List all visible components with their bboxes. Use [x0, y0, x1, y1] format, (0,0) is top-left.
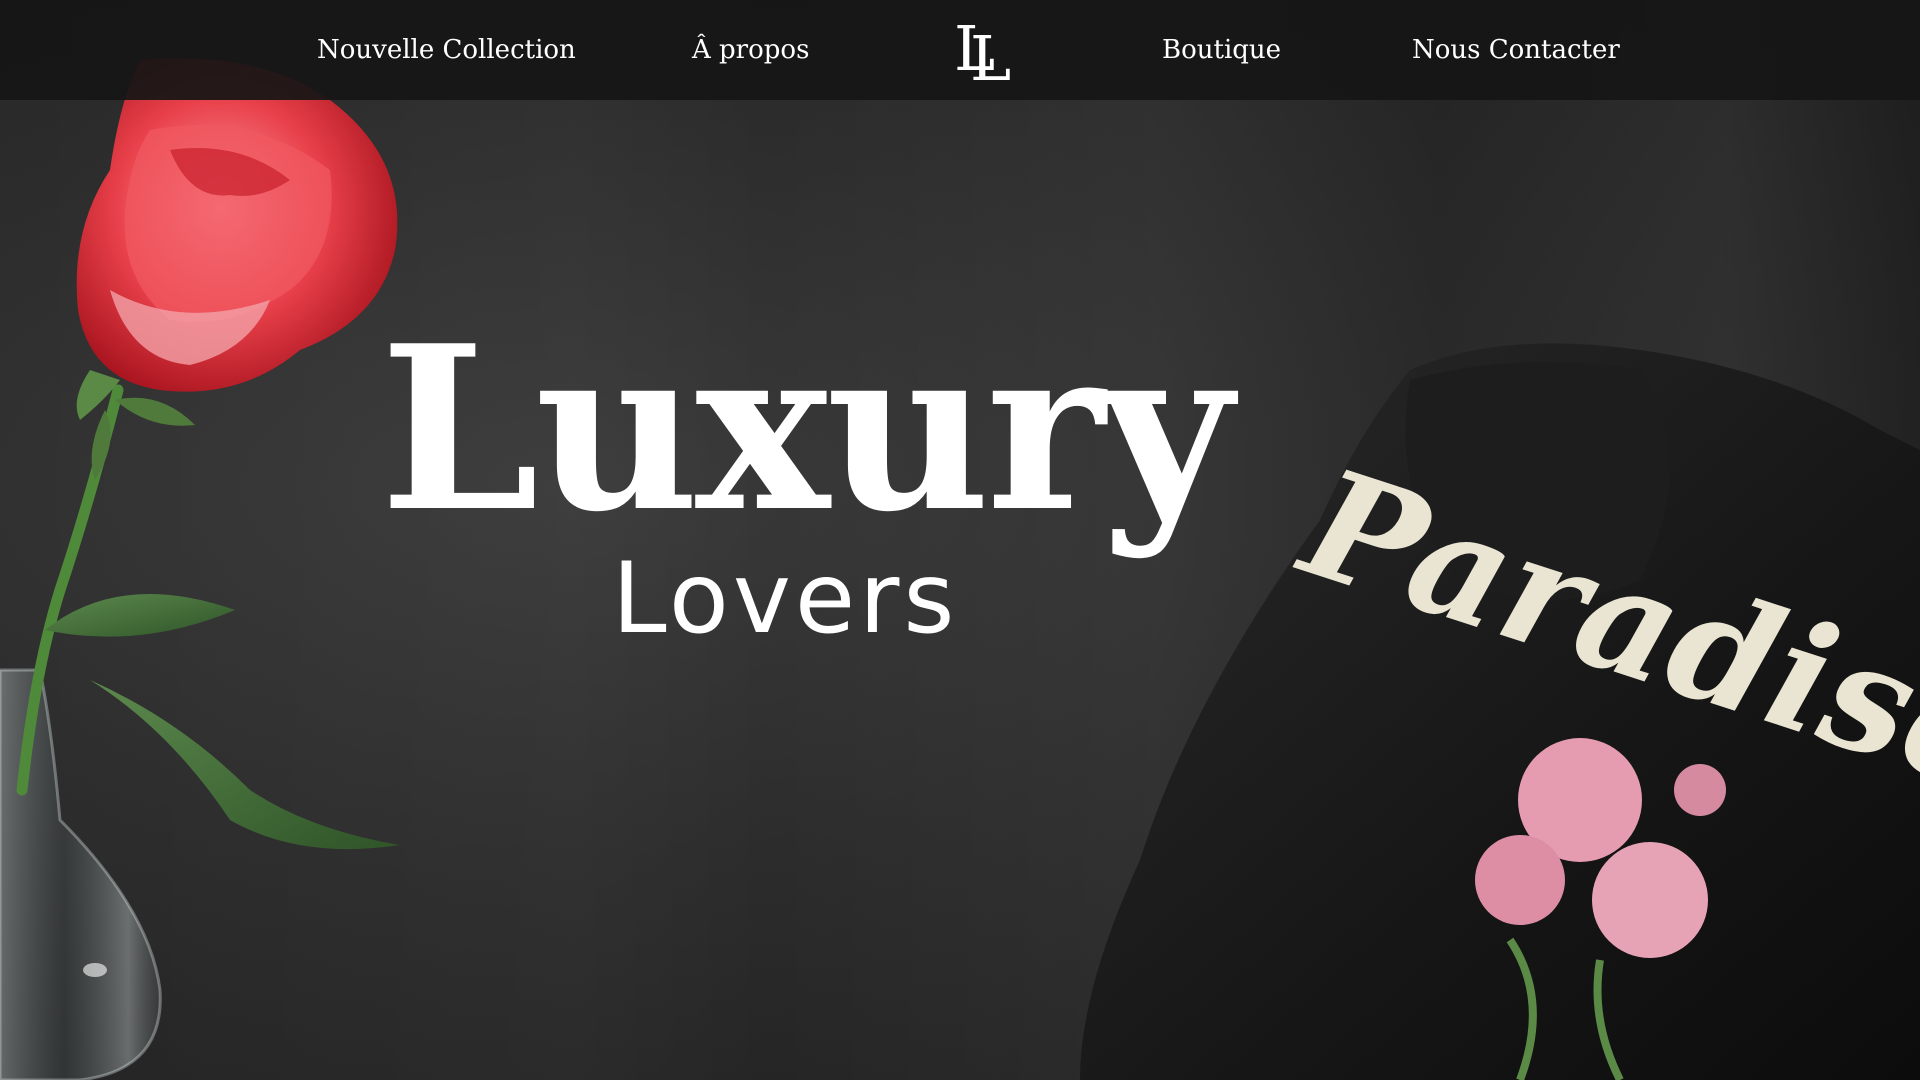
ll-monogram-logo-icon[interactable]: L L: [948, 6, 1018, 94]
nav-link-nouvelle-collection[interactable]: Nouvelle Collection: [317, 29, 576, 71]
nav-link-nous-contacter[interactable]: Nous Contacter: [1412, 29, 1620, 71]
hero-title: Luxury: [380, 297, 1233, 562]
nav-link-a-propos[interactable]: Â propos: [692, 29, 809, 71]
nav-link-boutique[interactable]: Boutique: [1162, 29, 1281, 71]
rose-vase-image: [0, 58, 400, 1080]
top-navigation: Nouvelle Collection Â propos L L Boutiqu…: [0, 0, 1920, 100]
hero-page: Paradise Nouvelle Collection Â propos L …: [0, 0, 1920, 1080]
hero-subtitle: Lovers: [612, 542, 959, 656]
svg-text:L: L: [970, 22, 1011, 94]
